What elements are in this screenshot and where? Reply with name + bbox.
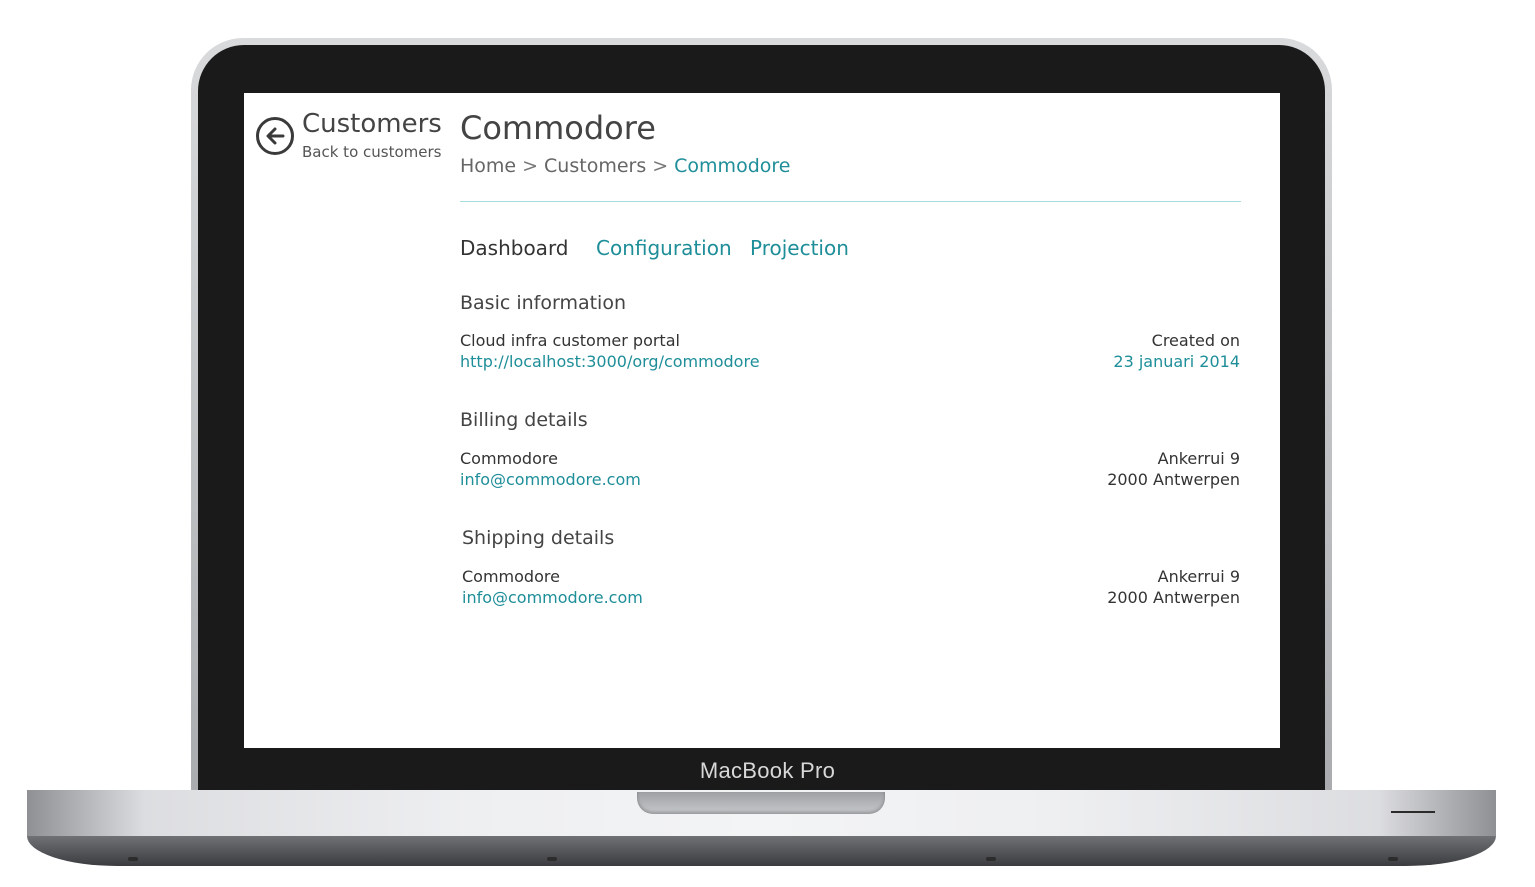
created-label: Created on	[1151, 331, 1240, 350]
billing-street: Ankerrui 9	[1157, 449, 1240, 468]
shipping-name: Commodore	[462, 567, 560, 586]
laptop-foot	[1388, 857, 1398, 861]
shipping-city: 2000 Antwerpen	[1107, 588, 1240, 607]
tab-dashboard[interactable]: Dashboard	[460, 236, 569, 260]
tab-configuration[interactable]: Configuration	[596, 236, 732, 260]
page-title: Commodore	[460, 109, 656, 147]
billing-city: 2000 Antwerpen	[1107, 470, 1240, 489]
breadcrumb-home[interactable]: Home	[460, 155, 516, 177]
billing-name: Commodore	[460, 449, 558, 468]
shipping-street: Ankerrui 9	[1157, 567, 1240, 586]
tab-projection[interactable]: Projection	[750, 236, 849, 260]
billing-heading: Billing details	[460, 409, 588, 431]
back-button[interactable]	[256, 117, 294, 155]
billing-email-link[interactable]: info@commodore.com	[460, 470, 641, 489]
created-date: 23 januari 2014	[1113, 352, 1240, 371]
app-screen: Customers Back to customers Commodore Ho…	[244, 93, 1280, 748]
opening-notch	[637, 792, 885, 814]
basic-info-heading: Basic information	[460, 292, 626, 314]
nav-title[interactable]: Customers	[302, 109, 442, 139]
shipping-email-link[interactable]: info@commodore.com	[462, 588, 643, 607]
portal-url-link[interactable]: http://localhost:3000/org/commodore	[460, 352, 760, 371]
header-divider	[460, 201, 1241, 202]
back-arrow-icon	[266, 127, 285, 145]
sleep-indicator	[1391, 811, 1435, 813]
laptop-foot	[128, 857, 138, 861]
device-brand-label: MacBook Pro	[699, 758, 836, 783]
laptop-mockup: Customers Back to customers Commodore Ho…	[0, 0, 1535, 887]
portal-name: Cloud infra customer portal	[460, 331, 680, 350]
shipping-heading: Shipping details	[462, 527, 615, 549]
breadcrumb-separator: >	[652, 155, 669, 177]
laptop-base-lip	[27, 836, 1496, 866]
laptop-foot	[547, 857, 557, 861]
breadcrumb: Home > Customers > Commodore	[460, 155, 790, 177]
breadcrumb-separator: >	[522, 155, 539, 177]
laptop-foot	[986, 857, 996, 861]
nav-subtitle[interactable]: Back to customers	[302, 143, 441, 161]
breadcrumb-current: Commodore	[674, 155, 791, 177]
breadcrumb-customers[interactable]: Customers	[544, 155, 646, 177]
